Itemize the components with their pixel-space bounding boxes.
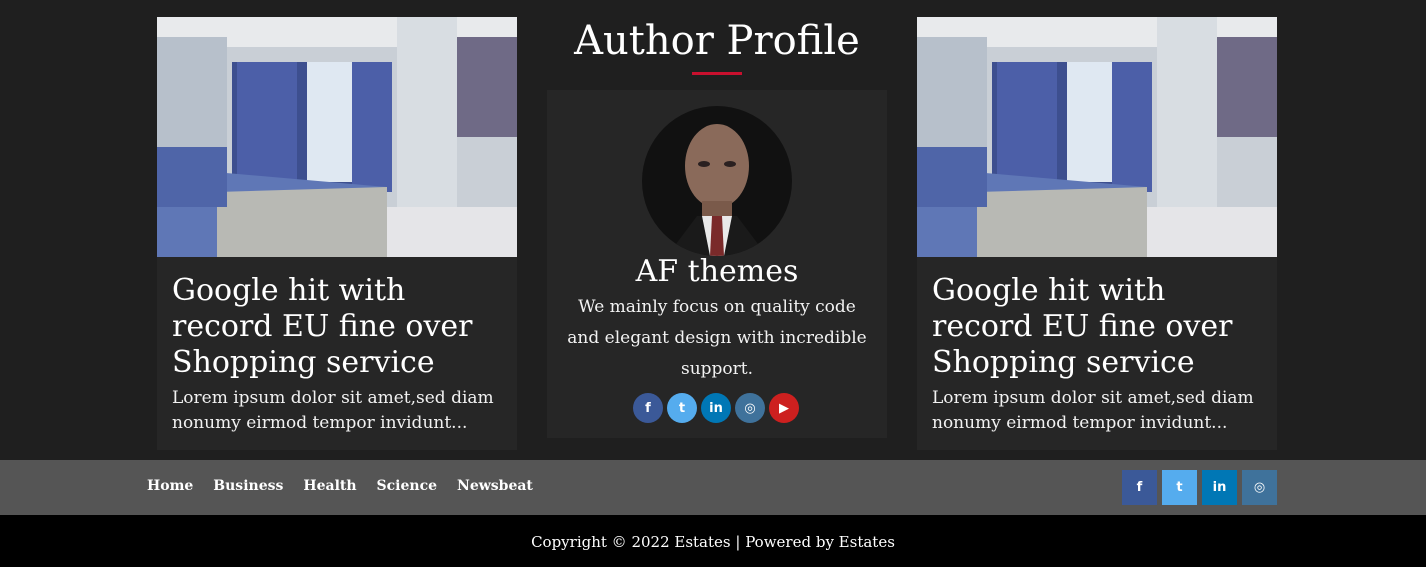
nav-item-home[interactable]: Home <box>147 478 193 494</box>
footer-nav: Home Business Health Science Newsbeat <box>147 478 533 494</box>
twitter-icon[interactable]: t <box>1162 470 1197 505</box>
footer-social-links: f t in ◎ <box>1122 470 1277 505</box>
section-title: Author Profile <box>574 18 860 64</box>
facebook-icon[interactable]: f <box>633 393 663 423</box>
post-title[interactable]: Google hit with record EU fine over Shop… <box>932 273 1262 381</box>
author-name: AF themes <box>635 254 799 289</box>
post-card[interactable]: Google hit with record EU fine over Shop… <box>917 17 1277 450</box>
post-title[interactable]: Google hit with record EU fine over Shop… <box>172 273 502 381</box>
facebook-icon[interactable]: f <box>1122 470 1157 505</box>
twitter-icon[interactable]: t <box>667 393 697 423</box>
author-profile: AF themes We mainly focus on quality cod… <box>547 90 887 438</box>
post-image[interactable] <box>917 17 1277 257</box>
post-excerpt: Lorem ipsum dolor sit amet,sed diam nonu… <box>932 388 1254 433</box>
post-image[interactable] <box>157 17 517 257</box>
nav-item-health[interactable]: Health <box>303 478 356 494</box>
post-card[interactable]: Google hit with record EU fine over Shop… <box>157 17 517 450</box>
nav-item-science[interactable]: Science <box>377 478 437 494</box>
title-underline <box>692 72 742 75</box>
author-avatar <box>642 106 792 256</box>
author-description: We mainly focus on quality code and eleg… <box>567 297 867 379</box>
youtube-icon[interactable]: ▶ <box>769 393 799 423</box>
site-footer: Copyright © 2022 Estates | Powered by Es… <box>0 515 1426 567</box>
copyright-text: Copyright © 2022 Estates | Powered by Es… <box>531 533 895 551</box>
footer-navbar: Home Business Health Science Newsbeat f … <box>0 460 1426 515</box>
instagram-icon[interactable]: ◎ <box>1242 470 1277 505</box>
content-section: Google hit with record EU fine over Shop… <box>0 0 1426 460</box>
nav-item-business[interactable]: Business <box>213 478 283 494</box>
instagram-icon[interactable]: ◎ <box>735 393 765 423</box>
linkedin-icon[interactable]: in <box>1202 470 1237 505</box>
linkedin-icon[interactable]: in <box>701 393 731 423</box>
post-excerpt: Lorem ipsum dolor sit amet,sed diam nonu… <box>172 388 494 433</box>
author-social-links: f t in ◎ ▶ <box>633 393 799 423</box>
nav-item-newsbeat[interactable]: Newsbeat <box>457 478 533 494</box>
